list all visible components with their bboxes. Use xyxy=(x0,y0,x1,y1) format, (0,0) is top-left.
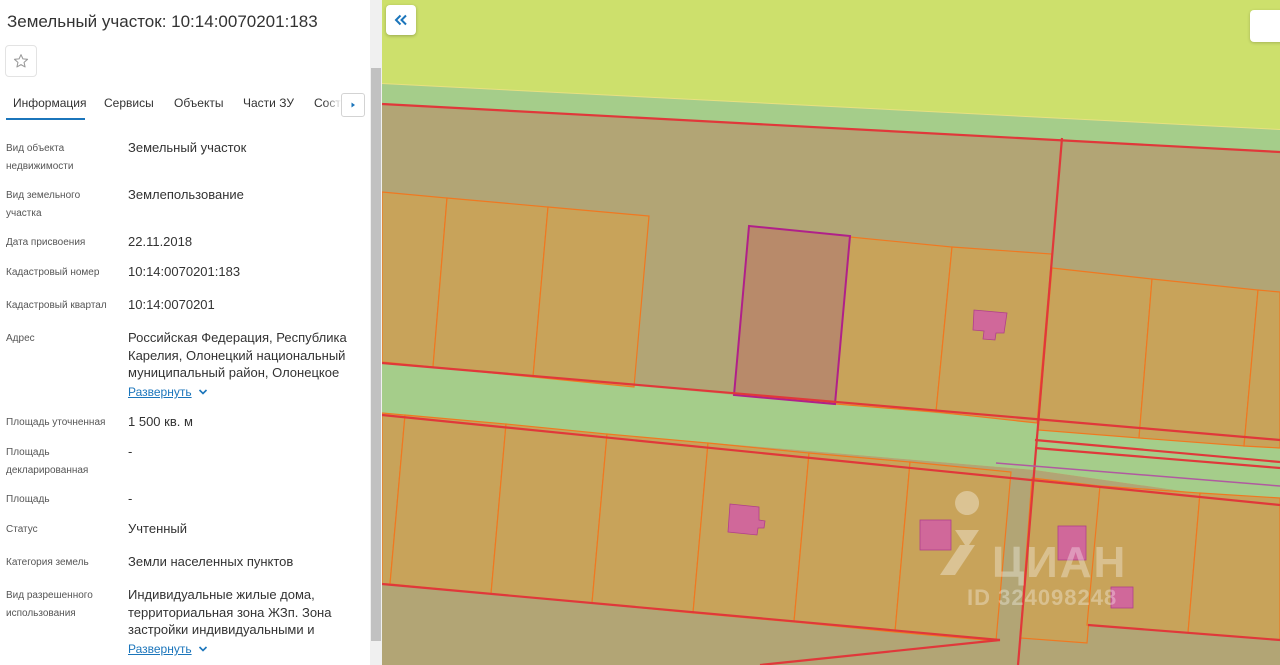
row-value: Земельный участок xyxy=(128,140,247,155)
tab-parts[interactable]: Части ЗУ xyxy=(243,96,294,110)
chevron-down-icon xyxy=(198,389,207,395)
watermark-brand: ЦИАН xyxy=(992,538,1128,587)
favorite-button[interactable] xyxy=(5,45,37,77)
selected-parcel xyxy=(732,224,852,406)
status-value: Учтенный xyxy=(128,521,188,536)
row-value: 10:14:0070201:183 xyxy=(128,264,241,279)
star-icon xyxy=(13,54,29,68)
permitted-use-value: Индивидуальные жилые дома, территориальн… xyxy=(128,587,332,637)
map-control-button[interactable] xyxy=(1250,10,1280,42)
tab-objects[interactable]: Объекты xyxy=(174,96,224,110)
tabs-scroll-right-button[interactable] xyxy=(341,93,365,117)
tab-information[interactable]: Информация xyxy=(13,96,86,110)
caret-right-icon xyxy=(351,102,355,108)
building-icon xyxy=(919,519,952,551)
tab-bar: Информация Сервисы Объекты Части ЗУ Сост… xyxy=(0,88,370,122)
row-label: Кадастровый квартал xyxy=(6,300,107,311)
row-value: Землепользование xyxy=(128,187,244,202)
row-label: Категория земель xyxy=(6,557,89,568)
active-tab-indicator xyxy=(6,118,85,120)
row-value: Земли населенных пунктов xyxy=(128,554,294,569)
panel-scrollbar-thumb[interactable] xyxy=(371,68,381,641)
row-value: - xyxy=(128,491,133,506)
row-value: 10:14:0070201 xyxy=(128,297,215,312)
page-title: Земельный участок: 10:14:0070201:183 xyxy=(7,12,318,31)
row-label: Кадастровый номер xyxy=(6,267,100,278)
row-value: - xyxy=(128,444,133,459)
row-label: Площадь декларированная xyxy=(6,447,89,476)
row-label: Вид земельного участка xyxy=(6,190,81,219)
info-panel: Земельный участок: 10:14:0070201:183 Инф… xyxy=(0,0,370,665)
row-label: Статус xyxy=(6,524,38,535)
address-value: Российская Федерация, Республика Карелия… xyxy=(128,330,347,380)
row-label: Площадь xyxy=(6,494,50,505)
row-label: Площадь уточненная xyxy=(6,417,106,428)
expand-label: Развернуть xyxy=(128,385,192,399)
map-canvas xyxy=(382,0,1280,665)
cadastral-map[interactable]: ЦИАН ID 324098248 xyxy=(382,0,1280,665)
row-label: Дата присвоения xyxy=(6,237,86,248)
expand-label: Развернуть xyxy=(128,642,192,656)
row-label: Адрес xyxy=(6,333,35,344)
tab-services[interactable]: Сервисы xyxy=(104,96,154,110)
row-value: 22.11.2018 xyxy=(128,234,193,249)
chevron-down-icon xyxy=(198,646,207,652)
row-value: 1 500 кв. м xyxy=(128,414,193,429)
watermark-id: ID 324098248 xyxy=(967,585,1118,610)
expand-permitted-use-link[interactable]: Развернуть xyxy=(128,642,208,656)
row-label: Вид объекта недвижимости xyxy=(6,143,74,172)
tab-fade xyxy=(324,88,342,122)
row-label: Вид разрешенного использования xyxy=(6,590,93,619)
collapse-panel-button[interactable] xyxy=(386,5,416,35)
expand-address-link[interactable]: Развернуть xyxy=(128,385,208,399)
double-chevron-left-icon xyxy=(394,14,407,26)
